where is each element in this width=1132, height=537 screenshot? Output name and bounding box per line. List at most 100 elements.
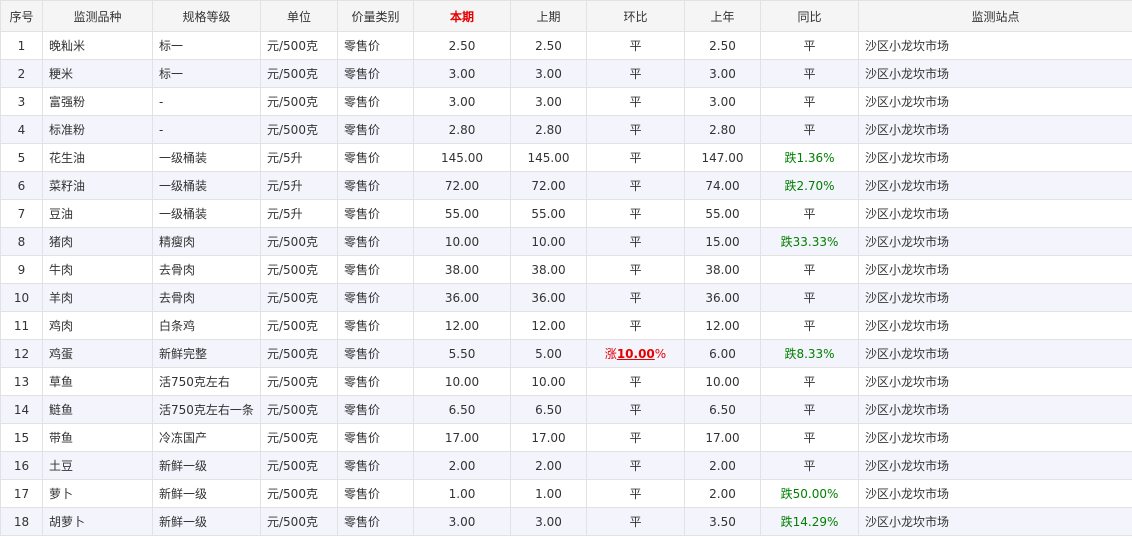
cell-previous: 2.50 [510,31,587,60]
cell-mom: 平 [586,451,685,480]
cell-mom: 平 [586,59,685,88]
cell-spec: 新鲜一级 [152,507,261,536]
cell-no: 12 [0,339,43,368]
cell-unit: 元/500克 [260,339,338,368]
cell-site: 沙区小龙坎市场 [858,283,1132,312]
cell-site: 沙区小龙坎市场 [858,423,1132,452]
cell-unit: 元/500克 [260,395,338,424]
cell-no: 6 [0,171,43,200]
cell-site: 沙区小龙坎市场 [858,87,1132,116]
cell-no: 10 [0,283,43,312]
cell-mom: 平 [586,395,685,424]
cell-spec: 精瘦肉 [152,227,261,256]
cell-unit: 元/500克 [260,311,338,340]
cell-item: 牛肉 [42,255,153,284]
cell-last-year: 2.00 [684,451,761,480]
cell-item: 晚籼米 [42,31,153,60]
cell-previous: 10.00 [510,367,587,396]
cell-item: 带鱼 [42,423,153,452]
cell-unit: 元/500克 [260,59,338,88]
cell-site: 沙区小龙坎市场 [858,507,1132,536]
cell-yoy: 平 [760,283,859,312]
cell-spec: 新鲜一级 [152,479,261,508]
table-row: 17 萝卜 新鲜一级 元/500克 零售价 1.00 1.00 平 2.00 跌50.00% 沙区小… [0,479,1132,508]
cell-site: 沙区小龙坎市场 [858,143,1132,172]
cell-site: 沙区小龙坎市场 [858,171,1132,200]
cell-yoy: 平 [760,115,859,144]
cell-type: 零售价 [337,115,414,144]
cell-site: 沙区小龙坎市场 [858,59,1132,88]
cell-type: 零售价 [337,59,414,88]
cell-site: 沙区小龙坎市场 [858,115,1132,144]
cell-item: 鸡蛋 [42,339,153,368]
cell-item: 鸡肉 [42,311,153,340]
cell-yoy: 跌50.00% [760,479,859,508]
cell-current: 10.00 [413,367,511,396]
cell-mom: 平 [586,507,685,536]
cell-previous: 10.00 [510,227,587,256]
cell-spec: 冷冻国产 [152,423,261,452]
cell-last-year: 3.00 [684,59,761,88]
cell-no: 14 [0,395,43,424]
cell-type: 零售价 [337,311,414,340]
cell-last-year: 15.00 [684,227,761,256]
cell-yoy: 平 [760,255,859,284]
col-header-yoy: 同比 [760,0,859,32]
cell-unit: 元/500克 [260,507,338,536]
cell-previous: 5.00 [510,339,587,368]
cell-mom: 平 [586,115,685,144]
table-header-row: 序号 监测品种 规格等级 单位 价量类别 本期 上期 环比 上年 同比 监测站点 [0,0,1132,32]
cell-current: 3.00 [413,59,511,88]
cell-item: 草鱼 [42,367,153,396]
table-row: 14 鲢鱼 活750克左右一条 元/500克 零售价 6.50 6.50 平 6.50 平沙区小龙… [0,395,1132,424]
cell-previous: 72.00 [510,171,587,200]
fall-indicator: 跌50.00% [780,487,839,501]
cell-mom: 涨10.00% [586,339,685,368]
cell-spec: 去骨肉 [152,283,261,312]
cell-no: 2 [0,59,43,88]
cell-spec: 活750克左右 [152,367,261,396]
cell-previous: 55.00 [510,199,587,228]
cell-item: 土豆 [42,451,153,480]
cell-yoy: 跌33.33% [760,227,859,256]
cell-mom: 平 [586,87,685,116]
cell-no: 7 [0,199,43,228]
table-row: 6 菜籽油 一级桶装 元/5升 零售价 72.00 72.00 平 74.00 跌2.70% 沙区小… [0,171,1132,200]
cell-no: 13 [0,367,43,396]
cell-type: 零售价 [337,31,414,60]
cell-current: 17.00 [413,423,511,452]
cell-current: 5.50 [413,339,511,368]
cell-site: 沙区小龙坎市场 [858,395,1132,424]
cell-no: 4 [0,115,43,144]
cell-no: 1 [0,31,43,60]
col-header-type: 价量类别 [337,0,414,32]
cell-unit: 元/500克 [260,367,338,396]
cell-site: 沙区小龙坎市场 [858,31,1132,60]
table-row: 12 鸡蛋 新鲜完整 元/500克 零售价 5.50 5.00 涨10.00% 6.00 跌8.3… [0,339,1132,368]
cell-item: 萝卜 [42,479,153,508]
col-header-previous: 上期 [510,0,587,32]
col-header-current: 本期 [413,0,511,32]
cell-last-year: 10.00 [684,367,761,396]
rise-indicator: 涨10.00% [604,347,667,361]
cell-spec: 一级桶装 [152,143,261,172]
cell-no: 16 [0,451,43,480]
table-row: 15 带鱼 冷冻国产 元/500克 零售价 17.00 17.00 平 17.00 平沙区小龙坎市… [0,423,1132,452]
col-header-unit: 单位 [260,0,338,32]
cell-no: 18 [0,507,43,536]
cell-type: 零售价 [337,339,414,368]
cell-type: 零售价 [337,199,414,228]
cell-mom: 平 [586,171,685,200]
cell-spec: 新鲜完整 [152,339,261,368]
cell-spec: - [152,87,261,116]
fall-indicator: 跌8.33% [784,347,835,361]
cell-last-year: 3.00 [684,87,761,116]
cell-item: 猪肉 [42,227,153,256]
cell-yoy: 平 [760,199,859,228]
cell-yoy: 平 [760,59,859,88]
table-row: 3 富强粉 - 元/500克 零售价 3.00 3.00 平 3.00 平沙区小龙坎市场 [0,87,1132,116]
cell-unit: 元/5升 [260,143,338,172]
cell-current: 36.00 [413,283,511,312]
cell-unit: 元/5升 [260,199,338,228]
cell-last-year: 6.50 [684,395,761,424]
